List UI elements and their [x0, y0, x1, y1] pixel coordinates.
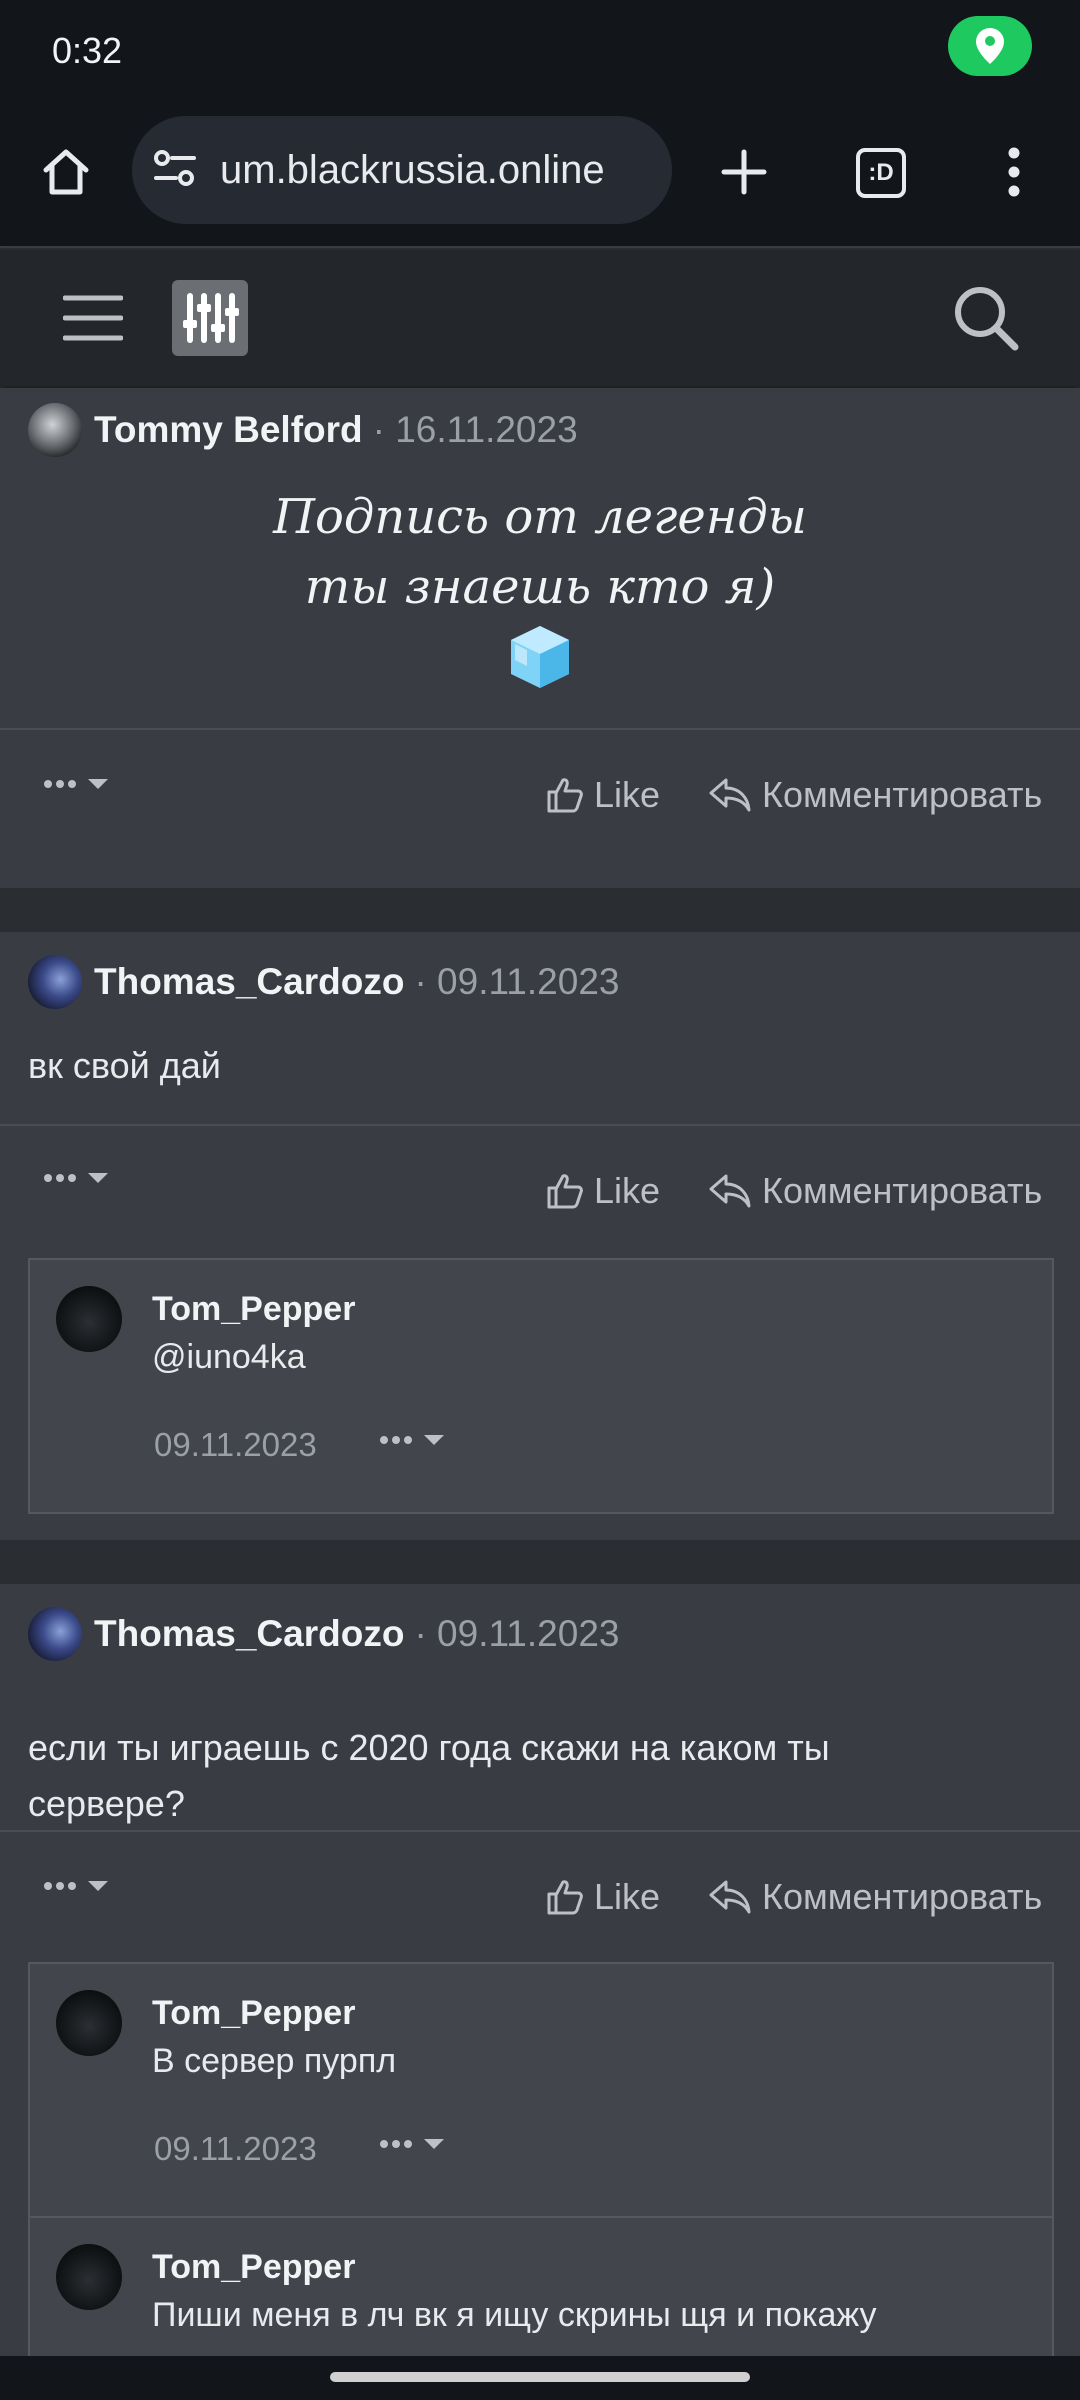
like-label[interactable]: Like	[594, 774, 660, 816]
reply-icon	[709, 778, 751, 812]
ice-cube-icon	[505, 622, 575, 692]
signature-line: Подпись от легенды	[273, 489, 807, 545]
comment-button[interactable]: Комментировать	[708, 774, 1042, 816]
gesture-nav-bar	[0, 2356, 1080, 2400]
like-button[interactable]: Like	[546, 1876, 660, 1918]
comment-list: Tom_Pepper В сервер пурпл 09.11.2023 Tom…	[28, 1962, 1054, 2382]
post-author[interactable]: Thomas_Cardozo	[94, 1613, 404, 1655]
divider	[0, 1124, 1080, 1126]
more-dots-icon	[44, 779, 108, 789]
post-date[interactable]: · 09.11.2023	[414, 1613, 619, 1655]
comment-button[interactable]: Комментировать	[708, 1876, 1042, 1918]
comment-list: Tom_Pepper @iuno4ka 09.11.2023	[28, 1258, 1054, 1514]
post-text: если ты играешь с 2020 года скажи на как…	[28, 1727, 830, 1824]
comment-item: Tom_Pepper Пиши меня в лч вк я ищу скрин…	[30, 2218, 1052, 2378]
reply-icon	[709, 1880, 751, 1914]
comment-button[interactable]: Комментировать	[708, 1170, 1042, 1212]
comment-author[interactable]: Tom_Pepper	[152, 2248, 355, 2287]
post-author[interactable]: Thomas_Cardozo	[94, 961, 404, 1003]
post-date[interactable]: · 16.11.2023	[373, 409, 578, 451]
profile-post: Thomas_Cardozo · 09.11.2023 вк свой дай …	[0, 932, 1080, 1540]
forum-header	[0, 250, 1080, 386]
post-meta: Tommy Belford · 16.11.2023	[28, 402, 578, 458]
home-icon[interactable]	[28, 134, 104, 210]
more-dots-icon	[44, 1881, 108, 1891]
comment-label[interactable]: Комментировать	[762, 1876, 1042, 1918]
comment-author[interactable]: Tom_Pepper	[152, 1994, 355, 2033]
thumbs-up-icon	[547, 778, 583, 813]
comment-author[interactable]: Tom_Pepper	[152, 1290, 355, 1329]
like-label[interactable]: Like	[594, 1876, 660, 1918]
comment-date[interactable]: 09.11.2023	[154, 2130, 317, 2168]
comment-label[interactable]: Комментировать	[762, 1170, 1042, 1212]
post-meta: Thomas_Cardozo · 09.11.2023	[28, 954, 619, 1010]
thumbs-up-icon	[547, 1174, 583, 1209]
signature-line: ты знаешь кто я)	[304, 559, 776, 615]
avatar[interactable]	[28, 1607, 82, 1661]
more-vert-icon[interactable]	[986, 134, 1042, 210]
plus-icon[interactable]	[706, 134, 782, 210]
more-dots-icon	[44, 1173, 108, 1183]
status-time: 0:32	[52, 30, 123, 71]
comment-label[interactable]: Комментировать	[762, 774, 1042, 816]
comment-options-menu[interactable]	[378, 2134, 448, 2154]
post-gap	[0, 1540, 1080, 1584]
like-button[interactable]: Like	[546, 774, 660, 816]
comment-text: @iuno4ka	[152, 1338, 306, 1376]
like-label[interactable]: Like	[594, 1170, 660, 1212]
location-pin-icon	[948, 16, 1032, 76]
avatar[interactable]	[56, 2244, 122, 2310]
home-gesture-handle[interactable]	[330, 2372, 750, 2382]
like-button[interactable]: Like	[546, 1170, 660, 1212]
url-text[interactable]: um.blackrussia.online	[220, 148, 605, 193]
browser-toolbar: um.blackrussia.online :D	[0, 110, 1080, 248]
profile-post: Thomas_Cardozo · 09.11.2023 если ты игра…	[0, 1584, 1080, 2382]
search-icon[interactable]	[946, 278, 1026, 358]
post-text: вк свой дай	[28, 1045, 221, 1086]
avatar[interactable]	[28, 955, 82, 1009]
post-options-menu[interactable]	[42, 774, 112, 794]
post-options-menu[interactable]	[42, 1168, 112, 1188]
post-meta: Thomas_Cardozo · 09.11.2023	[28, 1606, 619, 1662]
more-dots-icon	[380, 1435, 444, 1445]
post-date[interactable]: · 09.11.2023	[414, 961, 619, 1003]
sliders-logo-icon[interactable]	[172, 280, 248, 356]
avatar[interactable]	[28, 403, 82, 457]
hamburger-icon[interactable]	[58, 286, 128, 350]
profile-post: Tommy Belford · 16.11.2023 Подпись от ле…	[0, 388, 1080, 888]
post-options-menu[interactable]	[42, 1876, 112, 1896]
post-gap	[0, 888, 1080, 932]
comment-text: Пиши меня в лч вк я ищу скрины щя и пока…	[152, 2296, 877, 2334]
comment-text: В сервер пурпл	[152, 2042, 397, 2080]
avatar[interactable]	[56, 1286, 122, 1352]
more-dots-icon	[380, 2139, 444, 2149]
reply-icon	[709, 1174, 751, 1208]
tab-switcher-button[interactable]: :D	[846, 138, 916, 208]
status-bar: 0:32	[0, 0, 1080, 110]
comment-options-menu[interactable]	[378, 1430, 448, 1450]
tab-count[interactable]: :D	[856, 148, 906, 198]
thumbs-up-icon	[547, 1880, 583, 1915]
tune-icon[interactable]	[152, 148, 198, 193]
divider	[0, 728, 1080, 730]
post-author[interactable]: Tommy Belford	[94, 409, 363, 451]
comment-item: Tom_Pepper В сервер пурпл 09.11.2023	[30, 1964, 1052, 2216]
avatar[interactable]	[56, 1990, 122, 2056]
address-bar[interactable]: um.blackrussia.online	[132, 116, 672, 224]
comment-item: Tom_Pepper @iuno4ka 09.11.2023	[30, 1260, 1052, 1512]
comment-date[interactable]: 09.11.2023	[154, 1426, 317, 1464]
divider	[0, 1830, 1080, 1832]
